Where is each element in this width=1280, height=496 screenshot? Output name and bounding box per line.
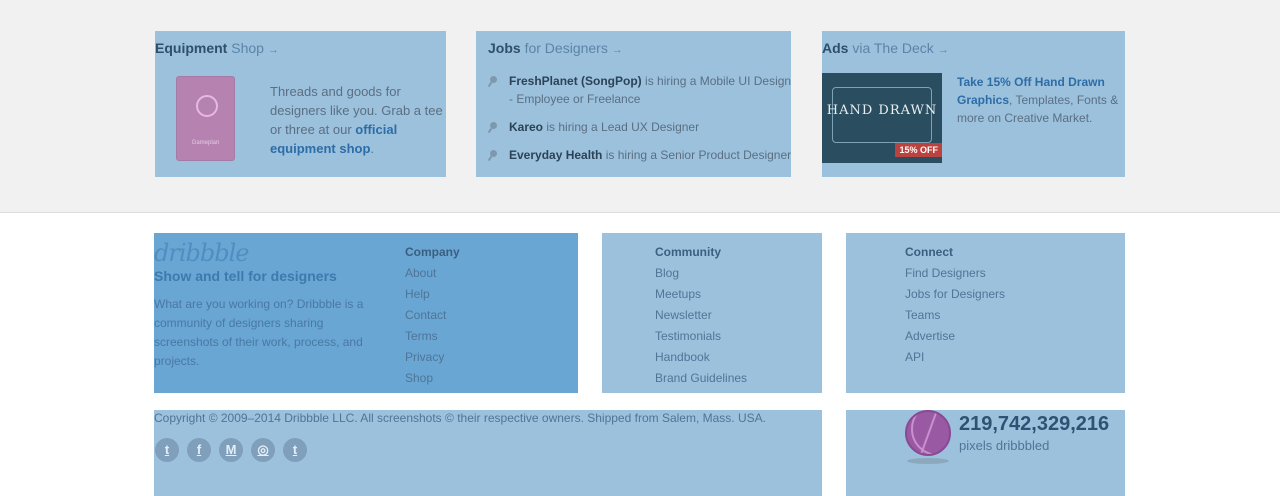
footer-link-shop[interactable]: Shop xyxy=(405,371,433,385)
footer-link-blog[interactable]: Blog xyxy=(655,266,679,280)
pin-icon xyxy=(488,76,498,86)
footer-link-teams[interactable]: Teams xyxy=(905,308,940,322)
ads-heading-strong: Ads xyxy=(822,40,849,56)
footer-link-brand-guidelines[interactable]: Brand Guidelines xyxy=(655,371,747,385)
equipment-heading[interactable]: Equipment Shop → xyxy=(155,40,279,56)
job-listing[interactable]: FreshPlanet (SongPop) is hiring a Mobile… xyxy=(488,72,793,108)
about-description: What are you working on? Dribbble is a c… xyxy=(154,297,364,368)
pin-icon xyxy=(488,122,498,132)
footer-link-advertise[interactable]: Advertise xyxy=(905,329,955,343)
about-panel: dribbble Show and tell for designers Wha… xyxy=(154,233,578,393)
jobs-heading-strong: Jobs xyxy=(488,40,521,56)
job-listing[interactable]: Everyday Health is hiring a Senior Produ… xyxy=(488,146,793,164)
ads-heading-light: via The Deck xyxy=(852,40,934,56)
equipment-text-end: . xyxy=(370,141,375,156)
job-company: Everyday Health xyxy=(509,148,603,162)
medium-icon[interactable]: M xyxy=(219,438,243,462)
dribbble-logo[interactable]: dribbble xyxy=(154,239,249,267)
pixel-count-label: pixels dribbbled xyxy=(959,438,1050,453)
footer-link-jobs-for-designers[interactable]: Jobs for Designers xyxy=(905,287,1005,301)
pixel-count: 219,742,329,216 xyxy=(959,413,1110,435)
connect-heading: Connect xyxy=(905,245,953,259)
facebook-icon[interactable]: f xyxy=(187,438,211,462)
copyright-text: Copyright © 2009–2014 Dribbble LLC. All … xyxy=(154,411,766,425)
footer-link-meetups[interactable]: Meetups xyxy=(655,287,701,301)
community-heading: Community xyxy=(655,245,721,259)
shirt-image[interactable]: Gameplan xyxy=(176,76,235,161)
job-description: is hiring a Lead UX Designer xyxy=(543,120,700,134)
ad-text: Take 15% Off Hand Drawn Graphics, Templa… xyxy=(957,73,1122,127)
job-company: FreshPlanet (SongPop) xyxy=(509,74,642,88)
footer-link-find-designers[interactable]: Find Designers xyxy=(905,266,986,280)
ads-panel: Ads via The Deck → HAND DRAWN 15% OFF Ta… xyxy=(822,31,1125,177)
dribbble-ball-icon xyxy=(905,410,951,456)
community-panel: Community Blog Meetups Newsletter Testim… xyxy=(602,233,822,393)
job-company: Kareo xyxy=(509,120,544,134)
dribbble-ball-icon xyxy=(196,95,218,117)
equipment-heading-strong: Equipment xyxy=(155,40,228,56)
jobs-panel: Jobs for Designers → FreshPlanet (SongPo… xyxy=(476,31,791,177)
tagline: Show and tell for designers xyxy=(154,268,337,284)
footer-link-newsletter[interactable]: Newsletter xyxy=(655,308,712,322)
arrow-right-icon: → xyxy=(937,44,949,56)
connect-panel: Connect Find Designers Jobs for Designer… xyxy=(846,233,1125,393)
jobs-heading[interactable]: Jobs for Designers → xyxy=(488,40,623,56)
pin-icon xyxy=(488,150,498,160)
footer-link-handbook[interactable]: Handbook xyxy=(655,350,710,364)
arrow-right-icon: → xyxy=(611,44,623,56)
jobs-heading-light: for Designers xyxy=(524,40,608,56)
tumblr-icon[interactable]: t xyxy=(283,438,307,462)
footer-link-contact[interactable]: Contact xyxy=(405,308,446,322)
equipment-text: Threads and goods for designers like you… xyxy=(270,82,455,158)
company-heading: Company xyxy=(405,245,460,259)
legal-panel: Copyright © 2009–2014 Dribbble LLC. All … xyxy=(154,410,822,496)
footer-link-testimonials[interactable]: Testimonials xyxy=(655,329,721,343)
equipment-panel: Equipment Shop → Gameplan Threads and go… xyxy=(155,31,446,177)
ads-heading[interactable]: Ads via The Deck → xyxy=(822,40,949,56)
twitter-icon[interactable]: t xyxy=(155,438,179,462)
footer-link-api[interactable]: API xyxy=(905,350,924,364)
footer-link-about[interactable]: About xyxy=(405,266,436,280)
arrow-right-icon: → xyxy=(267,44,279,56)
ad-image-title: HAND DRAWN xyxy=(826,103,938,118)
job-listing[interactable]: Kareo is hiring a Lead UX Designer xyxy=(488,118,793,136)
job-description: is hiring a Senior Product Designer xyxy=(602,148,792,162)
instagram-icon[interactable]: ◎ xyxy=(251,438,275,462)
equipment-heading-light: Shop xyxy=(231,40,264,56)
pixel-counter-panel: 219,742,329,216 pixels dribbbled xyxy=(846,410,1125,496)
footer-link-terms[interactable]: Terms xyxy=(405,329,438,343)
shirt-brand: Gameplan xyxy=(191,140,220,146)
footer-link-privacy[interactable]: Privacy xyxy=(405,350,444,364)
footer-link-help[interactable]: Help xyxy=(405,287,430,301)
ball-shadow xyxy=(907,458,949,464)
ad-image[interactable]: HAND DRAWN 15% OFF xyxy=(822,73,942,163)
ad-discount-badge: 15% OFF xyxy=(895,143,942,157)
